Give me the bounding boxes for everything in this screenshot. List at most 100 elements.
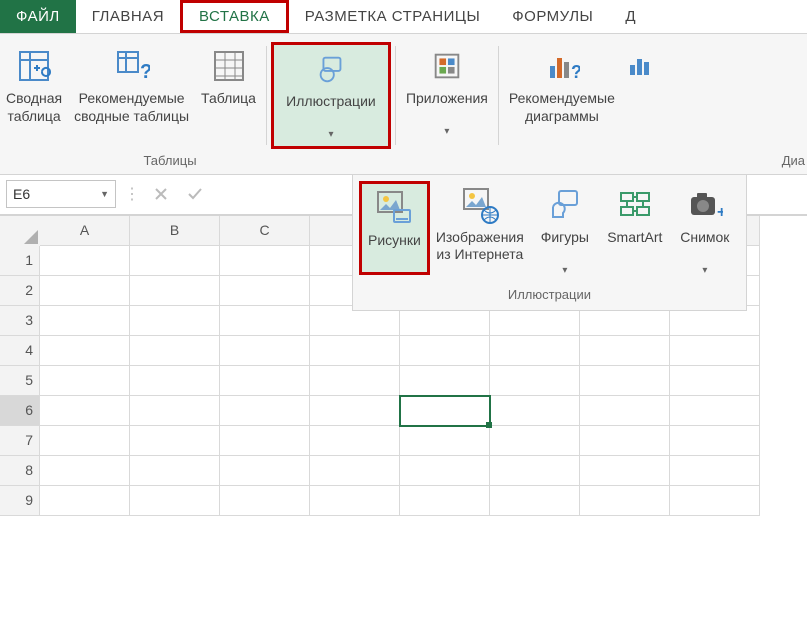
row-header[interactable]: 6 (0, 396, 40, 426)
online-pictures-icon (460, 185, 500, 225)
cell[interactable] (130, 246, 220, 276)
row-header[interactable]: 8 (0, 456, 40, 486)
cell[interactable] (40, 426, 130, 456)
cell[interactable] (130, 306, 220, 336)
tab-home[interactable]: ГЛАВНАЯ (76, 0, 180, 33)
recommended-charts-button[interactable]: ? Рекомендуемые диаграммы (503, 42, 621, 130)
tab-data-partial[interactable]: Д (609, 0, 652, 33)
cell[interactable] (310, 486, 400, 516)
screenshot-dropdown[interactable]: + Снимок ▾ (670, 181, 740, 282)
shapes-label: Фигуры (541, 229, 589, 265)
tab-page-layout[interactable]: РАЗМЕТКА СТРАНИЦЫ (289, 0, 496, 33)
smartart-button[interactable]: SmartArt (600, 181, 670, 269)
cell[interactable] (400, 366, 490, 396)
cell[interactable] (40, 276, 130, 306)
cell[interactable] (220, 246, 310, 276)
row-header[interactable]: 5 (0, 366, 40, 396)
cell[interactable] (220, 366, 310, 396)
row-header[interactable]: 1 (0, 246, 40, 276)
cell[interactable] (670, 456, 760, 486)
column-header[interactable]: B (130, 216, 220, 246)
cell[interactable] (40, 456, 130, 486)
cell[interactable] (400, 486, 490, 516)
cell[interactable] (130, 276, 220, 306)
cell[interactable] (40, 336, 130, 366)
cell[interactable] (40, 396, 130, 426)
cell[interactable] (490, 396, 580, 426)
cell[interactable] (490, 426, 580, 456)
illustrations-dropdown[interactable]: Иллюстрации ▾ (271, 42, 391, 149)
cell[interactable] (220, 396, 310, 426)
cell[interactable] (580, 426, 670, 456)
shapes-dropdown[interactable]: Фигуры ▾ (530, 181, 600, 282)
pictures-button[interactable]: Рисунки (359, 181, 430, 275)
name-box[interactable]: E6 ▼ (6, 180, 116, 208)
apps-label: Приложения (406, 90, 488, 126)
cell[interactable] (130, 396, 220, 426)
cell[interactable] (580, 486, 670, 516)
cell[interactable] (130, 336, 220, 366)
tab-formulas[interactable]: ФОРМУЛЫ (496, 0, 609, 33)
apps-icon (427, 46, 467, 86)
cell[interactable] (130, 426, 220, 456)
pivot-table-button[interactable]: Сводная таблица (0, 42, 68, 130)
cell[interactable] (400, 426, 490, 456)
enter-formula-button[interactable] (182, 181, 208, 207)
online-pictures-button[interactable]: Изображения из Интернета (430, 181, 530, 269)
cell[interactable] (490, 366, 580, 396)
select-all-cell[interactable] (0, 216, 40, 246)
cell[interactable] (130, 366, 220, 396)
cell[interactable] (490, 486, 580, 516)
cell[interactable] (580, 336, 670, 366)
row-header[interactable]: 2 (0, 276, 40, 306)
cell[interactable] (310, 396, 400, 426)
cell[interactable] (670, 426, 760, 456)
cell[interactable] (40, 306, 130, 336)
cell[interactable] (220, 486, 310, 516)
cell[interactable] (40, 486, 130, 516)
cell[interactable] (670, 366, 760, 396)
cell[interactable] (40, 246, 130, 276)
cell[interactable] (220, 276, 310, 306)
cell[interactable] (400, 456, 490, 486)
cell[interactable] (310, 456, 400, 486)
cell[interactable] (490, 456, 580, 486)
cell[interactable] (220, 426, 310, 456)
cell[interactable] (490, 336, 580, 366)
cell[interactable] (580, 396, 670, 426)
column-header[interactable]: C (220, 216, 310, 246)
tab-insert[interactable]: ВСТАВКА (180, 0, 289, 33)
cell[interactable] (670, 336, 760, 366)
cell[interactable] (580, 366, 670, 396)
cell[interactable] (40, 366, 130, 396)
cell[interactable] (310, 426, 400, 456)
apps-dropdown[interactable]: Приложения ▾ (400, 42, 494, 143)
cell[interactable] (310, 366, 400, 396)
cell[interactable] (220, 336, 310, 366)
cell[interactable] (580, 456, 670, 486)
cell[interactable] (220, 306, 310, 336)
active-cell[interactable] (400, 396, 490, 426)
ribbon: Сводная таблица ? Рекомендуемые сводные … (0, 34, 807, 175)
tab-file[interactable]: ФАЙЛ (0, 0, 76, 33)
row-header[interactable]: 7 (0, 426, 40, 456)
chart-column-button[interactable] (621, 42, 661, 94)
cancel-formula-button[interactable] (148, 181, 174, 207)
group-divider (266, 46, 267, 145)
cell[interactable] (130, 486, 220, 516)
row-header[interactable]: 3 (0, 306, 40, 336)
cell[interactable] (220, 456, 310, 486)
chevron-down-icon: ▾ (702, 265, 707, 278)
ribbon-tabs: ФАЙЛ ГЛАВНАЯ ВСТАВКА РАЗМЕТКА СТРАНИЦЫ Ф… (0, 0, 807, 34)
row-header[interactable]: 9 (0, 486, 40, 516)
column-header[interactable]: A (40, 216, 130, 246)
cell[interactable] (130, 456, 220, 486)
cell[interactable] (400, 336, 490, 366)
table-button[interactable]: Таблица (195, 42, 262, 130)
cell[interactable] (670, 396, 760, 426)
cell[interactable] (310, 336, 400, 366)
row-header[interactable]: 4 (0, 336, 40, 366)
recommended-pivot-button[interactable]: ? Рекомендуемые сводные таблицы (68, 42, 195, 130)
screenshot-icon: + (685, 185, 725, 225)
cell[interactable] (670, 486, 760, 516)
